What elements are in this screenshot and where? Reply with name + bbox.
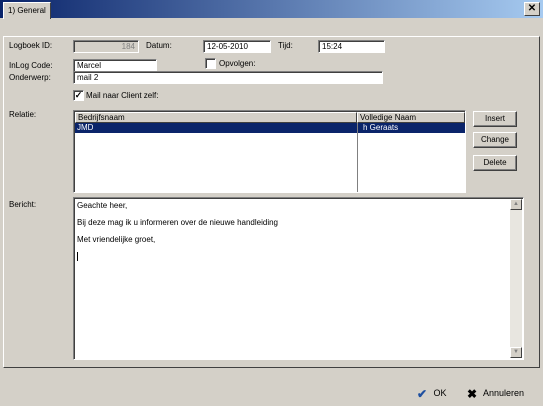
column-header-volledige-naam[interactable]: Volledige Naam [357, 112, 465, 123]
tab-general[interactable]: 1) General [3, 2, 51, 19]
opvolgen-checkbox[interactable] [205, 58, 216, 69]
ok-button[interactable]: ✔ OK [417, 384, 447, 402]
column-header-bedrijfsnaam[interactable]: Bedrijfsnaam [75, 112, 357, 123]
opvolgen-label: Opvolgen: [219, 59, 256, 68]
check-icon: ✓ [74, 90, 83, 100]
ok-button-label: OK [433, 388, 447, 398]
logboek-id-field: 184 [73, 40, 139, 53]
change-button[interactable]: Change [473, 132, 517, 148]
tab-general-label: 1) General [8, 6, 46, 15]
text-caret [77, 252, 78, 261]
relatie-label: Relatie: [9, 110, 37, 119]
logboek-id-label: Logboek ID: [9, 41, 53, 50]
table-row[interactable]: JMD h Geraats [75, 123, 465, 133]
delete-button-label: Delete [483, 158, 507, 167]
datum-label: Datum: [146, 41, 172, 50]
datum-field[interactable]: 12-05-2010 [203, 40, 271, 53]
cell-volledige-naam: h Geraats [363, 123, 399, 132]
delete-button[interactable]: Delete [473, 155, 517, 171]
tijd-label: Tijd: [278, 41, 293, 50]
onderwerp-field[interactable]: mail 2 [73, 71, 383, 84]
bericht-line: Met vriendelijke groet, [77, 235, 156, 244]
cancel-x-icon: ✖ [467, 386, 478, 401]
cell-bedrijfsnaam: JMD [77, 123, 94, 132]
column-divider [357, 123, 358, 192]
insert-button[interactable]: Insert [473, 111, 517, 127]
title-bar: ✕ [0, 0, 543, 18]
bericht-textarea[interactable]: Geachte heer, Bij deze mag ik u informer… [73, 197, 524, 360]
insert-button-label: Insert [484, 114, 505, 123]
mail-client-label: Mail naar Client zelf: [86, 91, 159, 100]
bericht-line: Geachte heer, [77, 201, 128, 210]
change-button-label: Change [480, 135, 510, 144]
scroll-up-icon[interactable]: ▲ [510, 199, 522, 210]
mail-client-checkbox[interactable]: ✓ [73, 90, 84, 101]
close-window-button[interactable]: ✕ [524, 2, 540, 16]
bericht-label: Bericht: [9, 200, 37, 209]
close-icon: ✕ [527, 3, 537, 14]
inlog-code-label: InLog Code: [9, 61, 53, 70]
relatie-table[interactable]: Bedrijfsnaam Volledige Naam JMD h Geraat… [73, 110, 466, 193]
onderwerp-label: Onderwerp: [9, 73, 51, 82]
tijd-field[interactable]: 15:24 [318, 40, 385, 53]
bericht-line: Bij deze mag ik u informeren over de nie… [77, 218, 279, 227]
checkmark-icon: ✔ [417, 386, 428, 401]
annuleren-button[interactable]: ✖ Annuleren [467, 384, 524, 402]
annuleren-button-label: Annuleren [483, 388, 525, 398]
vertical-scrollbar[interactable]: ▲ ▼ [510, 199, 522, 358]
scroll-down-icon[interactable]: ▼ [510, 347, 522, 358]
